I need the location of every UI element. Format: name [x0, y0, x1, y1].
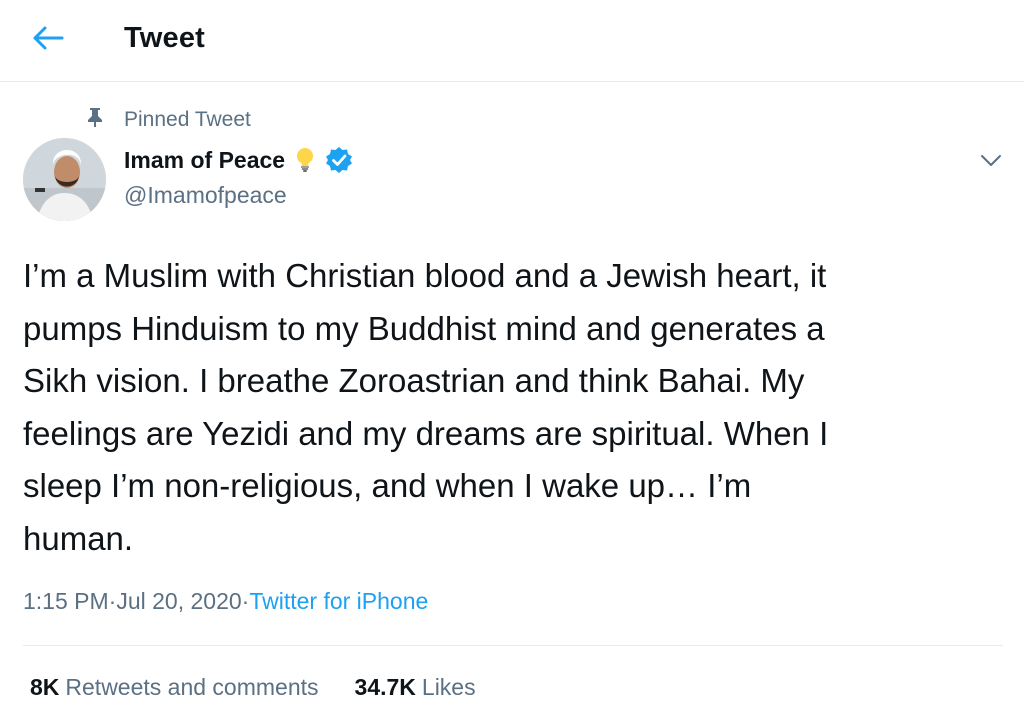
author-handle[interactable]: @Imamofpeace [124, 182, 287, 209]
tweet-source-link[interactable]: Twitter for iPhone [249, 588, 428, 615]
chevron-down-icon [981, 155, 1001, 166]
likes-label: Likes [421, 674, 476, 700]
retweets-label: Retweets and comments [65, 674, 319, 700]
verified-badge-icon [325, 146, 353, 174]
avatar[interactable] [23, 138, 106, 221]
pinned-label: Pinned Tweet [124, 108, 251, 131]
author-display-name[interactable]: Imam of Peace [124, 147, 285, 174]
pinned-indicator: Pinned Tweet [84, 106, 251, 131]
author-name-row[interactable]: Imam of Peace [124, 146, 353, 174]
back-button[interactable] [26, 18, 70, 58]
page-title: Tweet [124, 22, 206, 54]
engagement-stats: 8K Retweets and comments 34.7K Likes [30, 674, 476, 701]
tweet-metadata: 1:15 PM · Jul 20, 2020 · Twitter for iPh… [23, 588, 428, 615]
arrow-left-icon [33, 26, 64, 50]
top-bar: Tweet [0, 0, 1024, 82]
divider [23, 645, 1003, 646]
more-options-button[interactable] [974, 146, 1008, 176]
meta-separator: · [108, 588, 117, 614]
tweet-body: I’m a Muslim with Christian blood and a … [23, 257, 829, 557]
light-bulb-icon [291, 146, 319, 174]
retweets-count: 8K [30, 674, 60, 700]
meta-separator: · [241, 588, 250, 614]
tweet-date[interactable]: Jul 20, 2020 [116, 588, 241, 615]
likes-stat[interactable]: 34.7K Likes [355, 674, 476, 701]
likes-count: 34.7K [354, 674, 416, 700]
retweets-stat[interactable]: 8K Retweets and comments [30, 674, 319, 701]
tweet-time[interactable]: 1:15 PM [23, 588, 109, 615]
pin-icon [84, 106, 106, 128]
